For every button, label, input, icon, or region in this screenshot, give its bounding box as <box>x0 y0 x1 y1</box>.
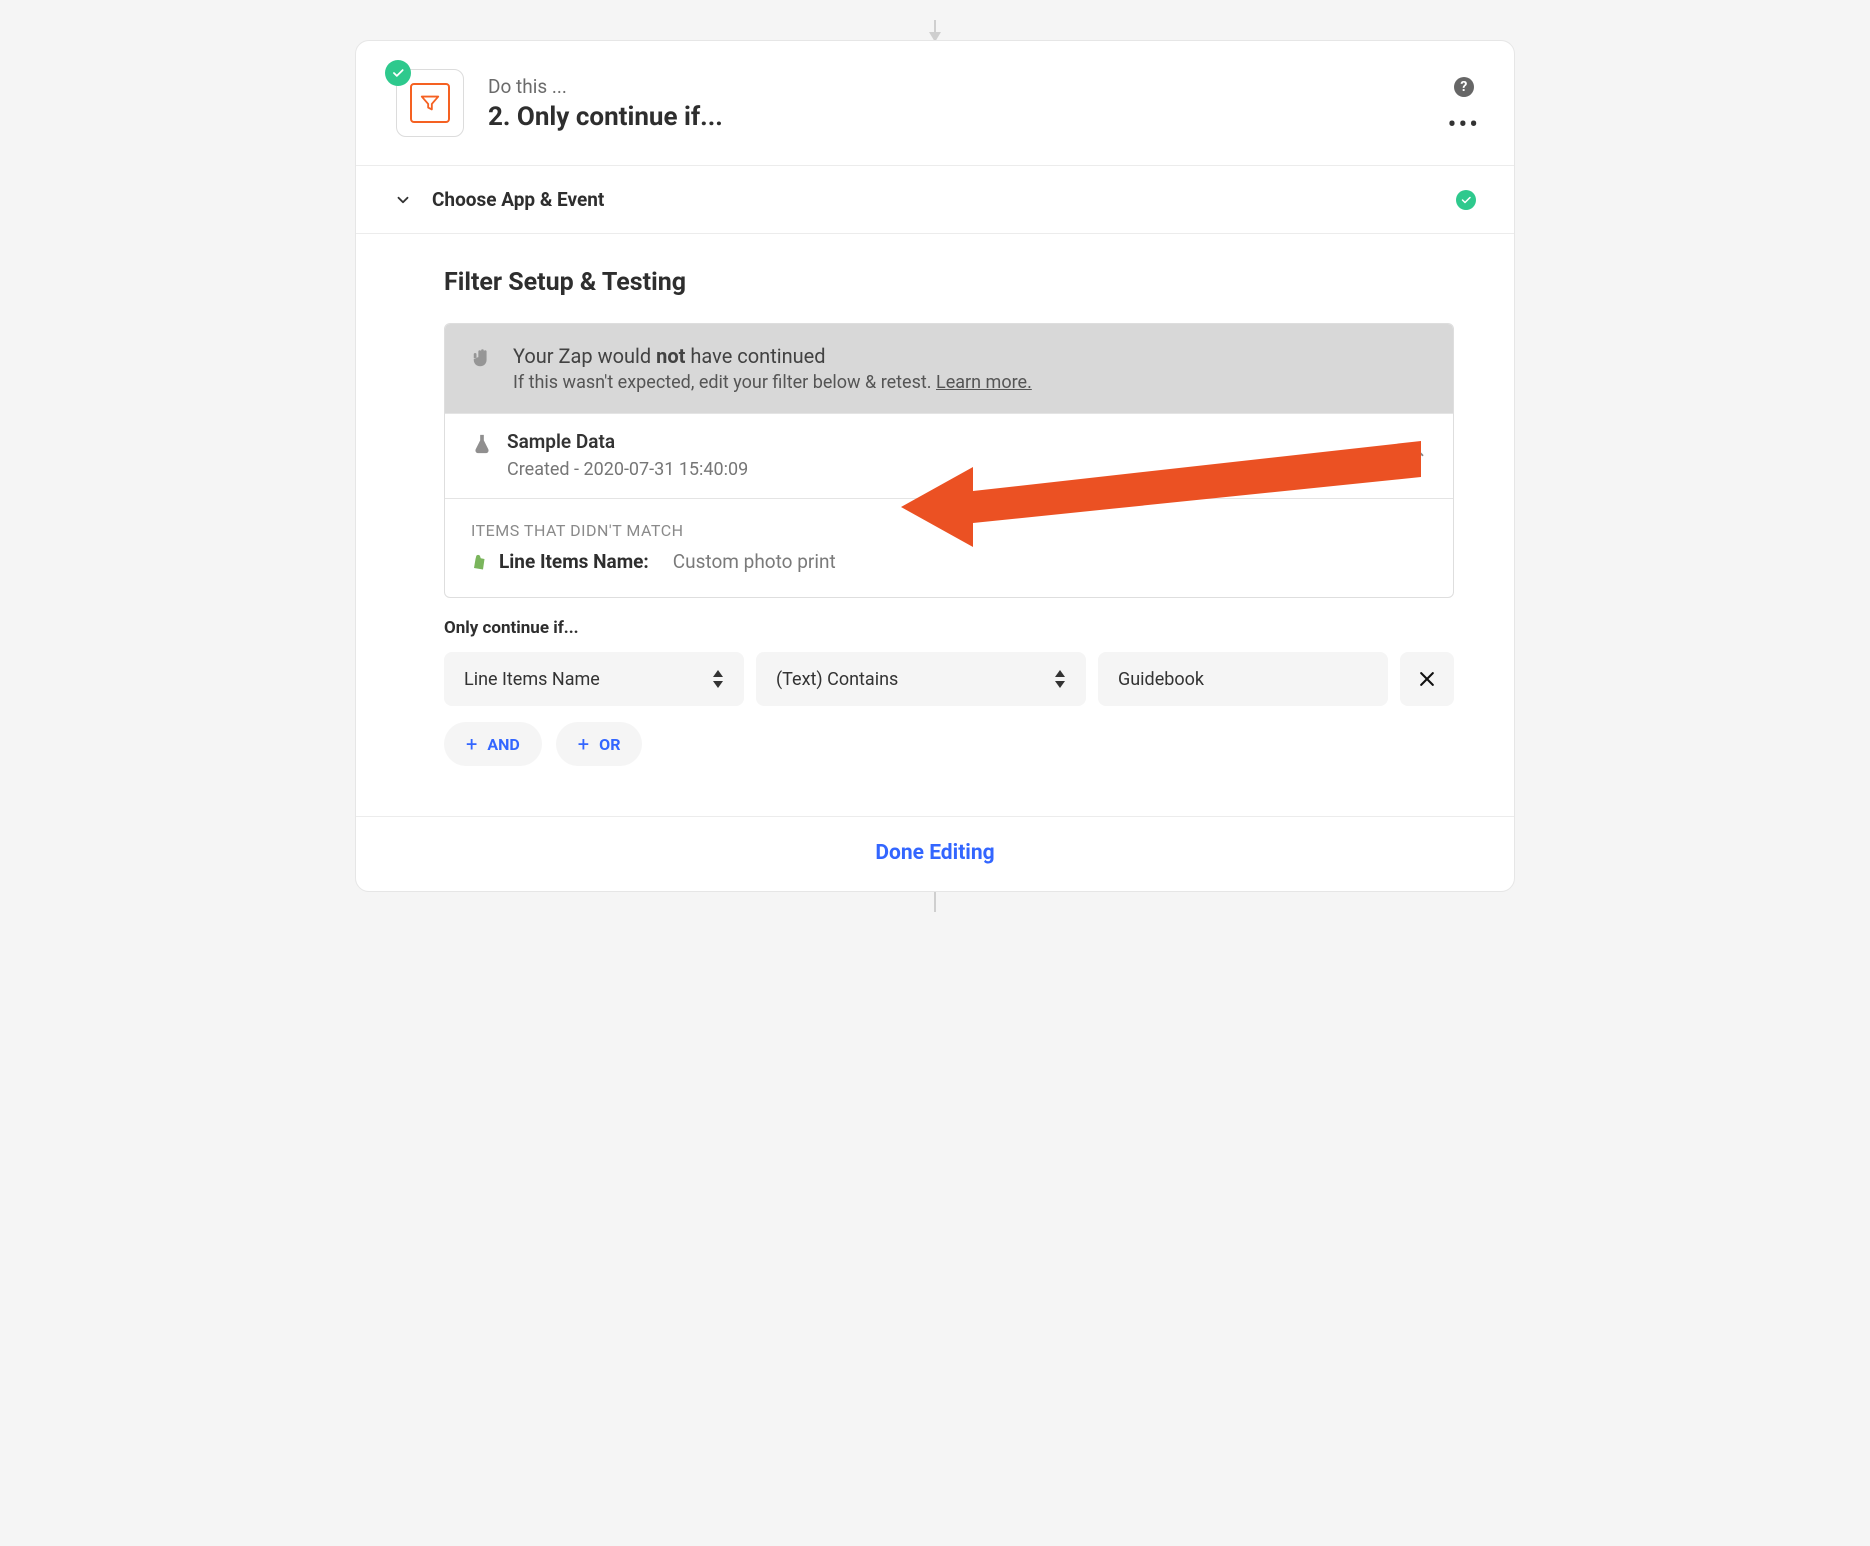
filter-icon <box>410 83 450 123</box>
condition-group-label: Only continue if... <box>444 618 1454 638</box>
flow-arrow-connector <box>0 20 1870 42</box>
sample-data-title: Sample Data <box>507 430 748 453</box>
flow-connector-stub <box>0 892 1870 912</box>
rule-field-select[interactable]: Line Items Name <box>444 652 744 706</box>
help-icon[interactable]: ? <box>1454 77 1474 97</box>
rule-operator-select[interactable]: (Text) Contains <box>756 652 1086 706</box>
items-not-matched-label: ITEMS THAT DIDN'T MATCH <box>471 521 1427 540</box>
flask-icon <box>471 432 493 460</box>
more-options-icon[interactable]: ••• <box>1448 121 1480 129</box>
filter-rule-row: Line Items Name (Text) Contains Guideboo… <box>444 652 1454 706</box>
section-choose-app-event[interactable]: Choose App & Event <box>356 166 1514 233</box>
stop-hand-icon <box>471 346 493 393</box>
add-or-button[interactable]: + OR <box>556 722 643 766</box>
step-header: Do this ... 2. Only continue if... ? ••• <box>356 41 1514 165</box>
rule-value-input[interactable]: Guidebook <box>1098 652 1388 706</box>
zap-step-card: Do this ... 2. Only continue if... ? •••… <box>355 40 1515 892</box>
test-result-panel: Your Zap would not have continued If thi… <box>444 323 1454 598</box>
chevron-down-icon <box>394 191 412 209</box>
done-editing-button[interactable]: Done Editing <box>875 841 994 865</box>
test-result-subtitle: If this wasn't expected, edit your filte… <box>513 372 1032 393</box>
close-icon <box>1417 669 1437 689</box>
learn-more-link[interactable]: Learn more. <box>936 372 1032 393</box>
step-kicker: Do this ... <box>488 75 1448 98</box>
chevron-up-icon <box>1409 444 1427 466</box>
delete-rule-button[interactable] <box>1400 652 1454 706</box>
test-result-title: Your Zap would not have continued <box>513 344 1032 368</box>
plus-icon: + <box>578 732 589 756</box>
add-and-button[interactable]: + AND <box>444 722 542 766</box>
section-complete-check-icon <box>1456 190 1476 210</box>
items-not-matched-block: ITEMS THAT DIDN'T MATCH Line Items Name:… <box>445 498 1453 597</box>
filter-section-heading: Filter Setup & Testing <box>444 268 1454 297</box>
step-app-icon <box>396 69 464 137</box>
test-result-banner: Your Zap would not have continued If thi… <box>445 324 1453 413</box>
section-label: Choose App & Event <box>432 188 1436 211</box>
sort-arrows-icon <box>1054 670 1066 688</box>
step-status-check-icon <box>385 60 411 86</box>
sample-data-meta: Created - 2020-07-31 15:40:09 <box>507 459 748 480</box>
step-title: 2. Only continue if... <box>488 102 1448 132</box>
unmatched-field-name: Line Items Name: <box>499 550 649 573</box>
sample-data-row[interactable]: Sample Data Created - 2020-07-31 15:40:0… <box>445 413 1453 498</box>
shopify-icon <box>471 552 489 572</box>
plus-icon: + <box>466 732 477 756</box>
sort-arrows-icon <box>712 670 724 688</box>
unmatched-field-value: Custom photo print <box>673 550 836 573</box>
